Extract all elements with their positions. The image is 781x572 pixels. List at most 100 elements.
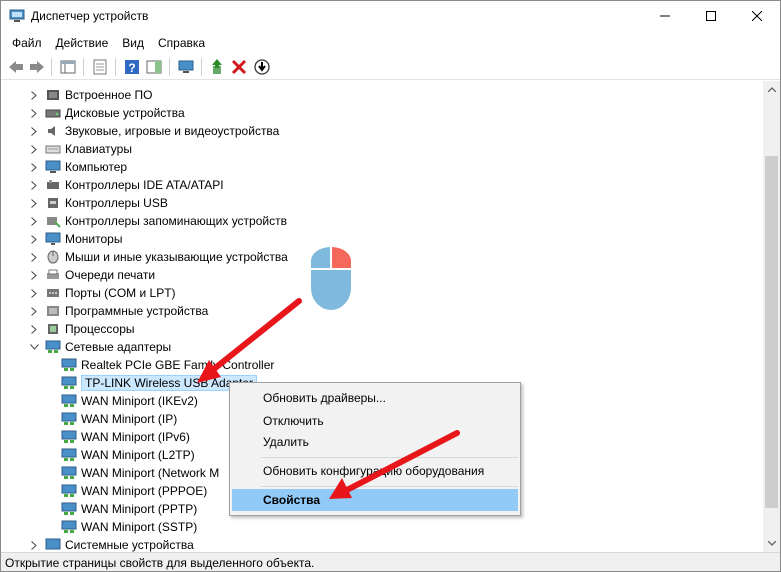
chevron-right-icon[interactable] [29,324,39,334]
chevron-right-icon[interactable] [29,288,39,298]
tree-category[interactable]: Системные устройства [29,536,194,552]
mouse-icon [47,250,59,264]
tree-device[interactable]: WAN Miniport (PPPOE) [61,482,207,500]
chevron-right-icon[interactable] [29,126,39,136]
toolbar-separator [83,58,84,76]
menu-uninstall[interactable]: Удалить [232,431,518,453]
tree-category[interactable]: Клавиатуры [29,140,132,158]
tree-category[interactable]: Компьютер [29,158,127,176]
network-icon [61,466,77,479]
tree-category[interactable]: Мониторы [29,230,122,248]
system-icon [45,538,61,550]
tree-device[interactable]: Realtek PCIe GBE Family Controller [61,356,274,374]
network-icon [61,484,77,497]
help-icon[interactable]: ? [123,58,141,76]
tree-item-label: WAN Miniport (PPPOE) [81,484,208,498]
action-pane-icon[interactable] [145,58,163,76]
firmware-icon [47,90,59,100]
menu-action[interactable]: Действие [49,34,116,52]
disable-device-icon[interactable] [253,58,271,76]
network-icon [61,412,77,425]
tree-item-label: Realtek PCIe GBE Family Controller [81,358,275,372]
ports-icon [47,289,59,297]
maximize-button[interactable] [688,1,734,31]
tree-item-label: WAN Miniport (SSTP) [81,520,198,534]
computer-icon [45,160,61,173]
chevron-right-icon[interactable] [29,270,39,280]
menu-help[interactable]: Справка [151,34,212,52]
status-text: Открытие страницы свойств для выделенног… [5,555,315,570]
tree-item-label: Процессоры [65,322,135,336]
tree-category[interactable]: Сетевые адаптеры [29,338,171,356]
tree-category[interactable]: Контроллеры USB [29,194,168,212]
window-title: Диспетчер устройств [31,9,149,23]
tree-category[interactable]: Звуковые, игровые и видеоустройства [29,122,279,140]
tree-item-label: Контроллеры запоминающих устройств [65,214,287,228]
chevron-right-icon[interactable] [29,198,39,208]
chevron-right-icon[interactable] [29,90,39,100]
chevron-right-icon[interactable] [29,108,39,118]
tree-category[interactable]: Мыши и иные указывающие устройства [29,248,288,266]
tree-device[interactable]: WAN Miniport (Network M [61,464,219,482]
menu-scan-hardware[interactable]: Обновить конфигурацию оборудования [232,460,518,482]
menu-file[interactable]: Файл [5,34,49,52]
tree-category[interactable]: Контроллеры IDE ATA/ATAPI [29,176,224,194]
tree-item-label: Контроллеры IDE ATA/ATAPI [65,178,224,192]
minimize-icon [660,15,670,17]
tree-device[interactable]: TP-LINK Wireless USB Adapter [61,374,258,392]
update-driver-icon[interactable] [209,58,227,76]
tree-category[interactable]: Программные устройства [29,302,208,320]
chevron-right-icon[interactable] [29,306,39,316]
forward-arrow-icon[interactable] [28,58,46,76]
uninstall-x-icon[interactable] [230,58,248,76]
chevron-right-icon[interactable] [29,234,39,244]
menu-properties[interactable]: Свойства [232,489,518,511]
tree-device[interactable]: WAN Miniport (IKEv2) [61,392,198,410]
tree-category[interactable]: Встроенное ПО [29,86,152,104]
context-menu: Обновить драйверы... Отключить Удалить О… [229,382,521,516]
chevron-right-icon[interactable] [29,540,39,550]
minimize-button[interactable] [642,1,688,31]
close-button[interactable] [734,1,780,31]
chevron-right-icon[interactable] [29,252,39,262]
network-icon [61,358,77,371]
tree-device[interactable]: WAN Miniport (SSTP) [61,518,197,536]
tree-device[interactable]: WAN Miniport (IP) [61,410,177,428]
tree-category[interactable]: Дисковые устройства [29,104,185,122]
tree-item-label: Мониторы [65,232,123,246]
tree-device[interactable]: WAN Miniport (IPv6) [61,428,190,446]
tree-device[interactable]: WAN Miniport (PPTP) [61,500,197,518]
chevron-right-icon[interactable] [29,144,39,154]
tree-category[interactable]: Процессоры [29,320,135,338]
maximize-icon [706,11,716,21]
network-icon [61,448,77,461]
chevron-right-icon[interactable] [29,216,39,226]
device-manager-icon [9,9,25,22]
device-manager-window: Диспетчер устройств Файл Действие Вид Сп… [0,0,781,572]
scrollbar-thumb[interactable] [765,156,778,508]
chevron-down-icon[interactable] [29,342,39,352]
menu-update-drivers[interactable]: Обновить драйверы... [232,387,518,409]
vertical-scrollbar[interactable] [763,81,780,552]
show-hide-console-tree-icon[interactable] [59,58,77,76]
chevron-right-icon[interactable] [29,180,39,190]
tree-category[interactable]: Очереди печати [29,266,155,284]
disk-icon [45,109,61,118]
storage-icon [47,217,61,228]
back-arrow-icon[interactable] [7,58,25,76]
chevron-right-icon[interactable] [29,162,39,172]
tree-category[interactable]: Порты (COM и LPT) [29,284,176,302]
tree-device[interactable]: WAN Miniport (L2TP) [61,446,195,464]
menu-disable[interactable]: Отключить [232,410,518,432]
tree-item-label: Компьютер [65,160,128,174]
tree-category[interactable]: Контроллеры запоминающих устройств [29,212,287,230]
scroll-down-button[interactable] [763,535,780,552]
scan-hardware-icon[interactable] [177,58,195,76]
tree-item-label: Дисковые устройства [65,106,185,120]
properties-icon[interactable] [91,58,109,76]
scroll-up-button[interactable] [763,81,780,98]
menu-bar: Файл Действие Вид Справка [1,32,780,54]
network-icon [61,394,77,407]
menu-view[interactable]: Вид [115,34,151,52]
menu-separator [261,486,518,487]
